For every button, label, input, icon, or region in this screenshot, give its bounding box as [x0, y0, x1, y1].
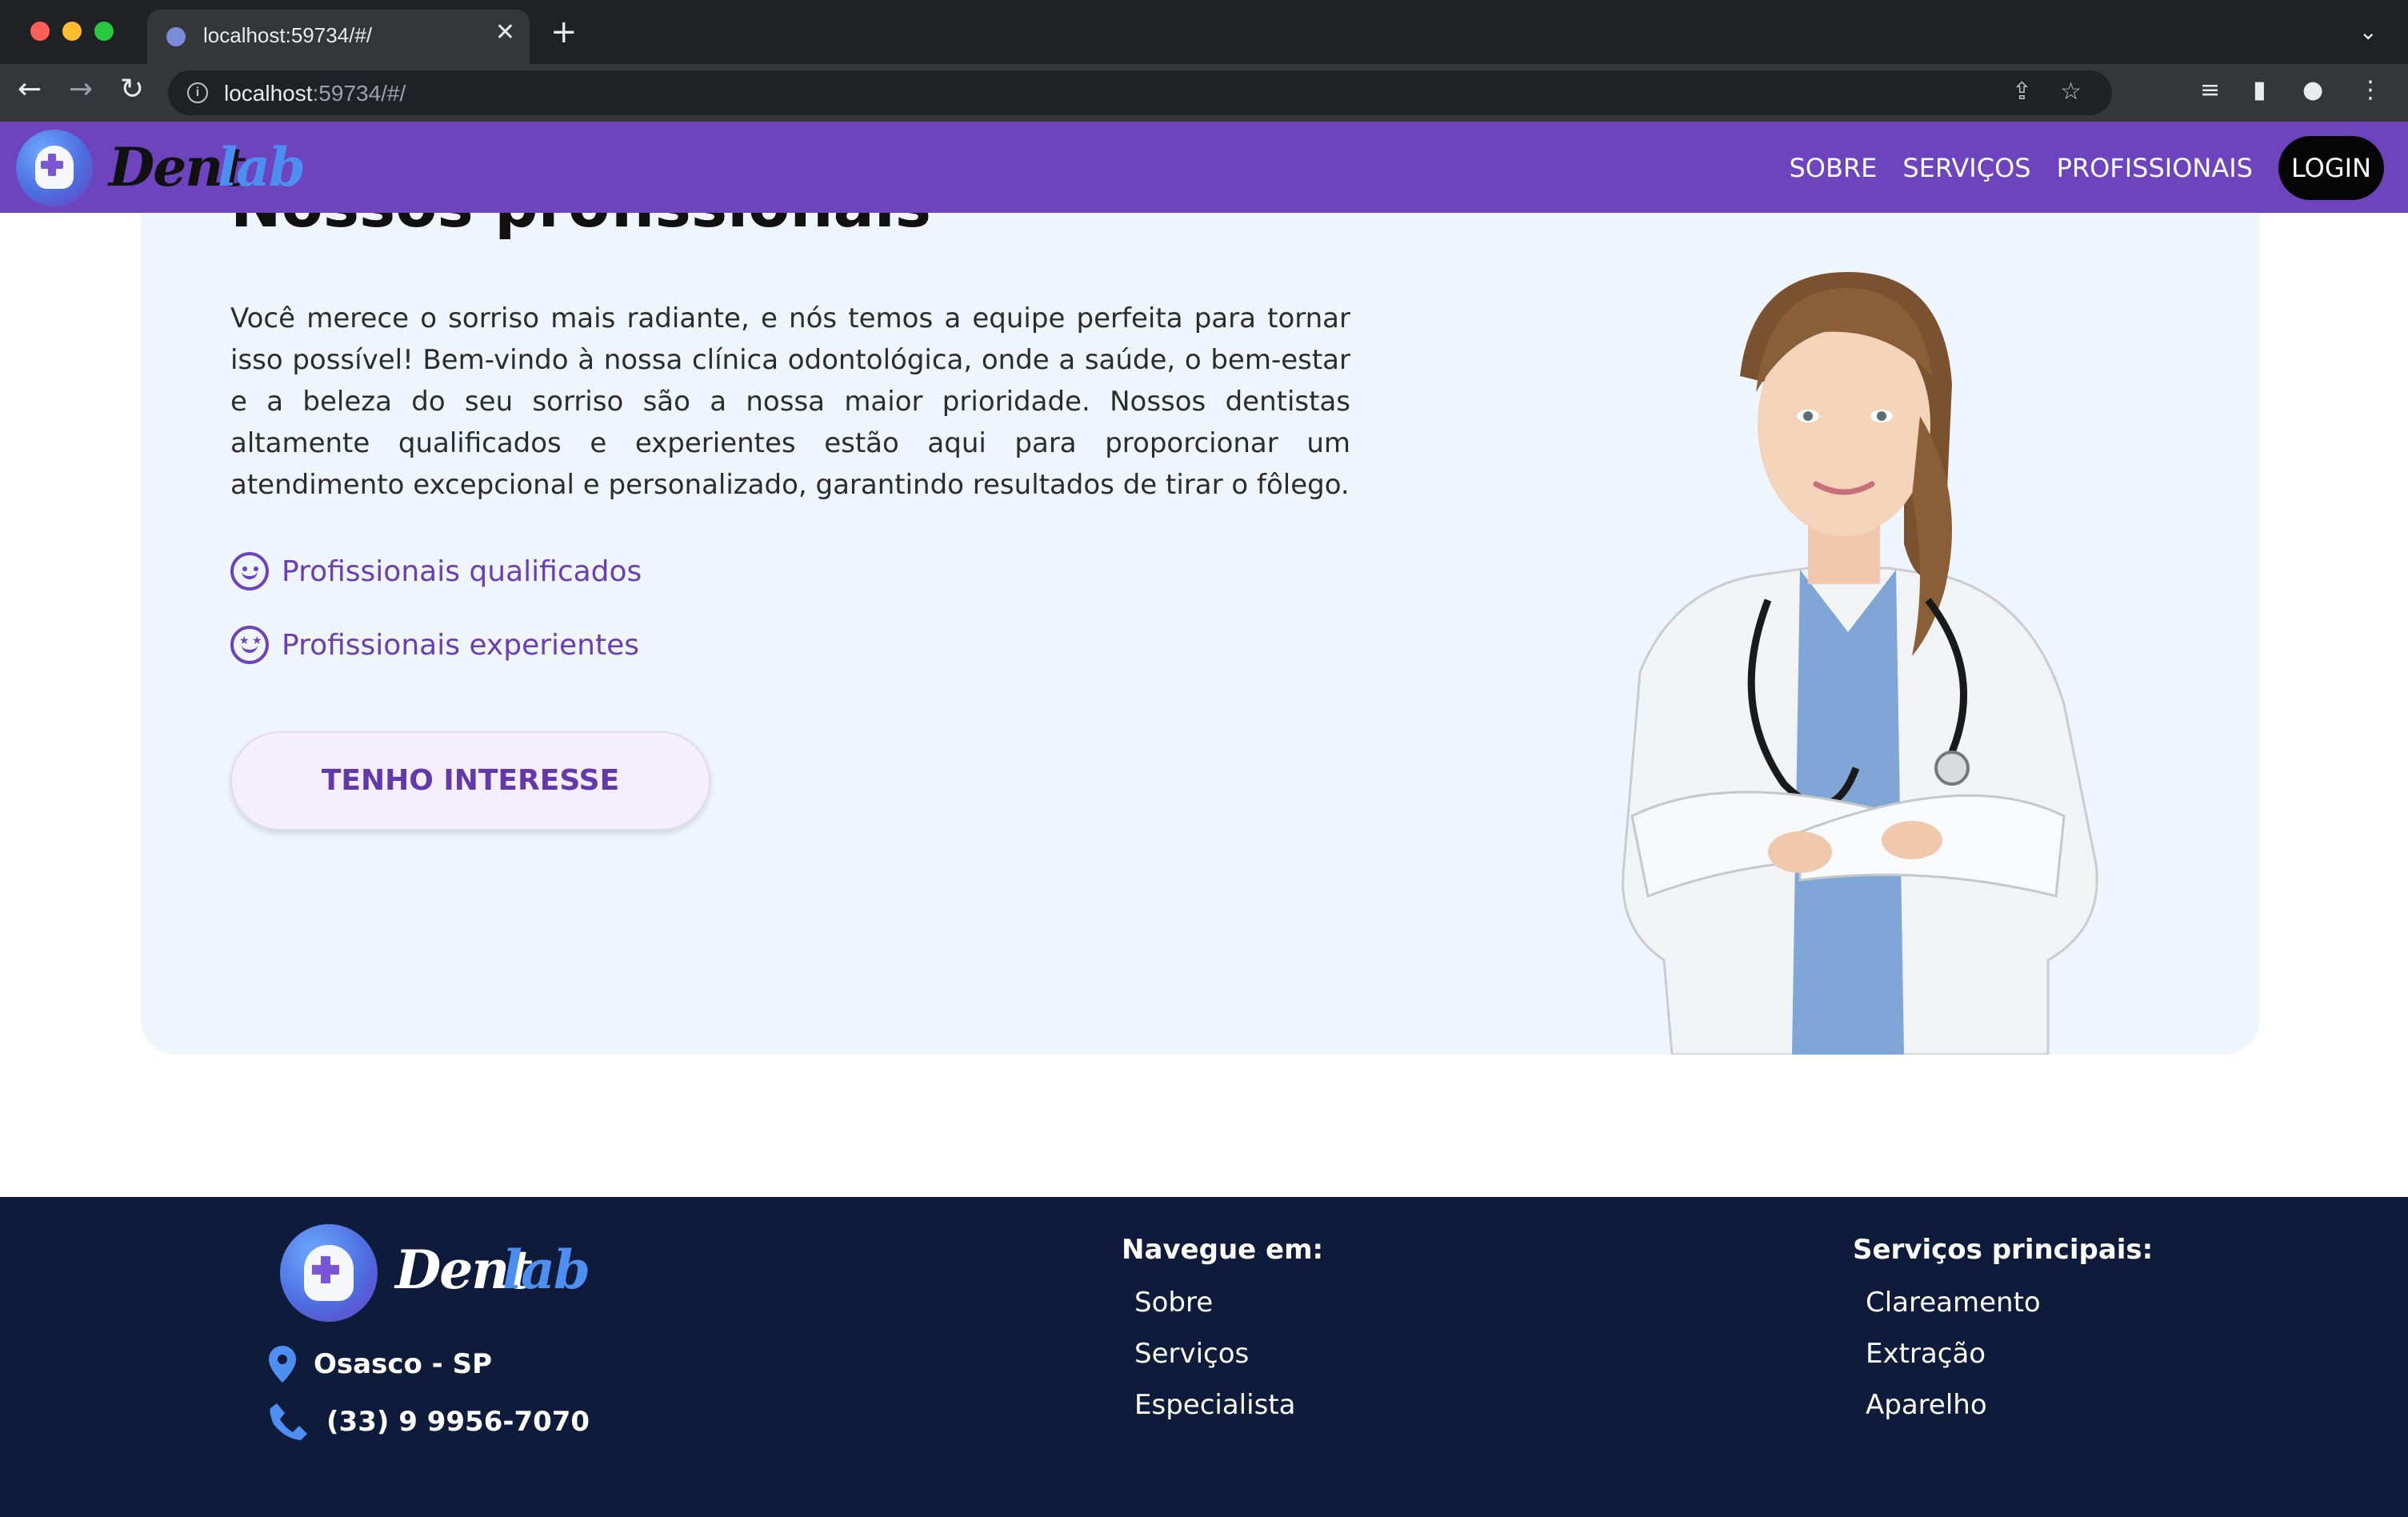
interest-button[interactable]: TENHO INTERESSE: [230, 731, 710, 831]
minimize-window-button[interactable]: [62, 22, 82, 41]
site-info-icon[interactable]: i: [187, 82, 208, 103]
footer-link-extracao[interactable]: Extração: [1866, 1328, 2153, 1379]
footer-link-servicos[interactable]: Serviços: [1134, 1328, 1323, 1379]
address-bar[interactable]: i localhost:59734/#/ ⇪ ☆: [168, 70, 2112, 115]
footer-services-title: Serviços principais:: [1853, 1234, 2154, 1266]
feature-label: Profissionais experientes: [282, 628, 640, 662]
footer-logo-word-lab: lab: [502, 1239, 590, 1301]
footer-city: Osasco - SP: [314, 1348, 493, 1380]
footer-link-aparelho[interactable]: Aparelho: [1866, 1379, 2153, 1431]
nav-link-profissionais[interactable]: PROFISSIONAIS: [2057, 153, 2253, 183]
tab-title: localhost:59734/#/: [203, 23, 373, 47]
footer-phone-number[interactable]: (33) 9 9956-7070: [326, 1406, 590, 1438]
maximize-window-button[interactable]: [94, 22, 114, 41]
tab-close-icon[interactable]: ✕: [495, 21, 515, 45]
professionals-description: Você merece o sorriso mais radiante, e n…: [230, 302, 1350, 501]
login-button[interactable]: LOGIN: [2278, 136, 2384, 200]
url-path: :59734/#/: [312, 81, 406, 106]
favicon-icon: [166, 27, 186, 46]
reload-icon[interactable]: ↻: [120, 75, 144, 104]
site-header: Dent lab SOBRE SERVIÇOS PROFISSIONAIS LO…: [0, 122, 2408, 213]
browser-tabbar: localhost:59734/#/ ✕ + ⌄: [0, 0, 2408, 64]
doctor-photo: [1622, 272, 2098, 1055]
footer-phone: (33) 9 9956-7070: [269, 1402, 590, 1442]
footer-services-column: Serviços principais: Clareamento Extraçã…: [1853, 1234, 2153, 1431]
media-controls-icon[interactable]: ≡: [2200, 78, 2220, 102]
logo-word-lab[interactable]: lab: [218, 136, 306, 198]
feature-experienced: ★ ★ Profissionais experientes: [230, 626, 639, 664]
new-tab-button[interactable]: +: [550, 16, 578, 48]
tooth-logo-icon[interactable]: [16, 130, 93, 206]
footer-navigate-column: Navegue em: Sobre Serviços Especialista: [1122, 1234, 1323, 1431]
site-footer: Dent lab Osasco - SP (33) 9 9956-7070 Na…: [0, 1197, 2408, 1517]
tab-search-chevron-icon[interactable]: ⌄: [2359, 21, 2378, 43]
browser-menu-icon[interactable]: ⋮: [2358, 78, 2382, 102]
star-struck-icon: ★ ★: [230, 626, 269, 664]
location-pin-icon: [269, 1346, 296, 1383]
back-arrow-icon[interactable]: ←: [18, 75, 42, 104]
footer-link-clareamento[interactable]: Clareamento: [1866, 1277, 2153, 1328]
nav-link-servicos[interactable]: SERVIÇOS: [1902, 153, 2030, 183]
tooth-logo-icon: [280, 1224, 378, 1322]
feature-label: Profissionais qualificados: [282, 554, 642, 588]
phone-icon: [270, 1403, 307, 1440]
bookmark-star-icon[interactable]: ☆: [2060, 80, 2082, 104]
side-panel-icon[interactable]: ▮: [2253, 78, 2266, 102]
forward-arrow-icon[interactable]: →: [69, 75, 93, 104]
nav-link-sobre[interactable]: SOBRE: [1789, 153, 1877, 183]
share-icon[interactable]: ⇪: [2012, 80, 2032, 104]
feature-qualified: Profissionais qualificados: [230, 552, 642, 590]
profile-icon[interactable]: ●: [2302, 78, 2323, 102]
close-window-button[interactable]: [30, 22, 50, 41]
browser-tab[interactable]: localhost:59734/#/ ✕: [147, 10, 530, 64]
url-text[interactable]: localhost:59734/#/: [224, 81, 406, 106]
footer-link-sobre[interactable]: Sobre: [1134, 1277, 1323, 1328]
footer-location: Osasco - SP: [269, 1346, 492, 1383]
footer-link-especialista[interactable]: Especialista: [1134, 1379, 1323, 1431]
smile-icon: [230, 552, 269, 590]
url-host: localhost: [224, 81, 313, 106]
browser-toolbar: ← → ↻ i localhost:59734/#/ ⇪ ☆ ≡ ▮ ● ⋮: [0, 64, 2408, 122]
footer-navigate-title: Navegue em:: [1122, 1234, 1324, 1266]
main-nav: SOBRE SERVIÇOS PROFISSIONAIS LOGIN: [1763, 136, 2384, 200]
